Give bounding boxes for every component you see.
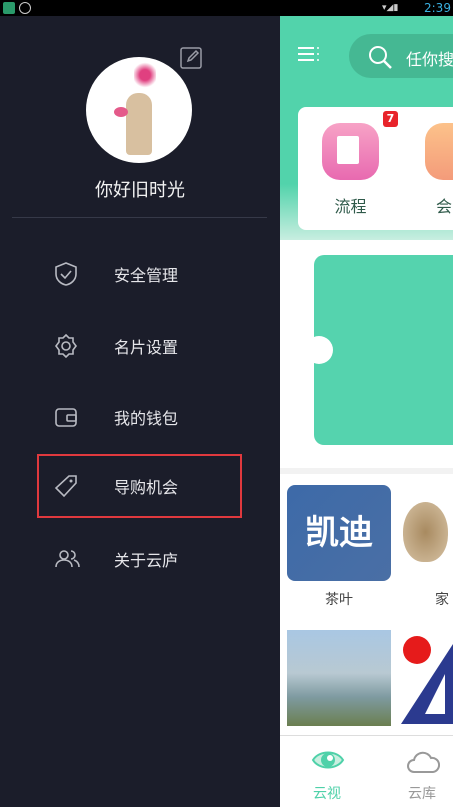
cloud-icon <box>407 751 440 773</box>
menu-item-about[interactable]: 关于云庐 <box>37 527 242 591</box>
menu-item-label: 关于云庐 <box>114 551 179 570</box>
status-bar: ▾◢▮ 2:39 <box>0 0 453 16</box>
menu-item-label: 导购机会 <box>114 478 179 497</box>
tab-yunku[interactable]: 云库 <box>390 736 453 807</box>
menu-item-label: 安全管理 <box>114 266 179 285</box>
gear-icon <box>55 333 77 359</box>
product-image-tea[interactable]: 凯迪 <box>287 485 391 581</box>
users-icon <box>55 550 80 568</box>
product-grid: 凯迪 茶叶 家 <box>280 474 453 736</box>
user-name: 你好旧时光 <box>95 180 185 201</box>
avatar[interactable] <box>86 57 192 163</box>
product-image-home[interactable] <box>403 502 448 562</box>
banner-area <box>280 240 453 468</box>
product-label: 茶叶 <box>325 592 353 608</box>
notification-badge: 7 <box>383 111 398 127</box>
clock: 2:39 <box>424 1 451 15</box>
bottom-nav: 云视 云库 <box>280 735 453 807</box>
signal-icons: ▾◢▮ <box>382 3 399 13</box>
eye-icon <box>311 751 345 769</box>
search-input[interactable]: 任你搜 <box>349 34 453 78</box>
navigation-drawer: 你好旧时光 安全管理 名片设置 我的钱包 导购机会 关于云庐 <box>0 16 280 807</box>
edit-icon[interactable] <box>180 47 202 69</box>
menu-item-card-settings[interactable]: 名片设置 <box>37 314 242 378</box>
shield-check-icon <box>55 262 77 286</box>
app-notification-icon <box>3 2 15 14</box>
quick-app-label: 流程 <box>334 197 367 216</box>
meeting-app-icon[interactable] <box>425 123 453 180</box>
menu-icon[interactable] <box>298 46 320 62</box>
shield-notification-icon <box>19 2 31 14</box>
menu-item-wallet[interactable]: 我的钱包 <box>37 385 242 449</box>
tab-label: 云视 <box>313 786 341 802</box>
banner-ticket[interactable] <box>314 255 453 445</box>
menu-item-label: 我的钱包 <box>114 409 179 428</box>
product-label: 家 <box>435 592 449 608</box>
logo-triangle-icon <box>401 644 453 724</box>
workflow-app-icon[interactable] <box>322 123 379 180</box>
divider <box>12 217 267 218</box>
tag-icon <box>54 475 77 498</box>
main-content: 任你搜 7 流程 会 凯迪 茶叶 家 云视 云库 <box>280 16 453 807</box>
quick-app-label: 会 <box>436 197 453 216</box>
quick-apps-card: 7 流程 会 <box>298 107 453 230</box>
tab-label: 云库 <box>408 786 436 802</box>
menu-item-security[interactable]: 安全管理 <box>37 242 242 306</box>
wallet-icon <box>55 408 77 427</box>
menu-item-shopping-guide[interactable]: 导购机会 <box>37 454 242 518</box>
tab-yunshi[interactable]: 云视 <box>280 736 374 807</box>
menu-item-label: 名片设置 <box>114 338 179 357</box>
product-image-lake[interactable] <box>287 630 391 726</box>
search-icon <box>369 46 392 69</box>
